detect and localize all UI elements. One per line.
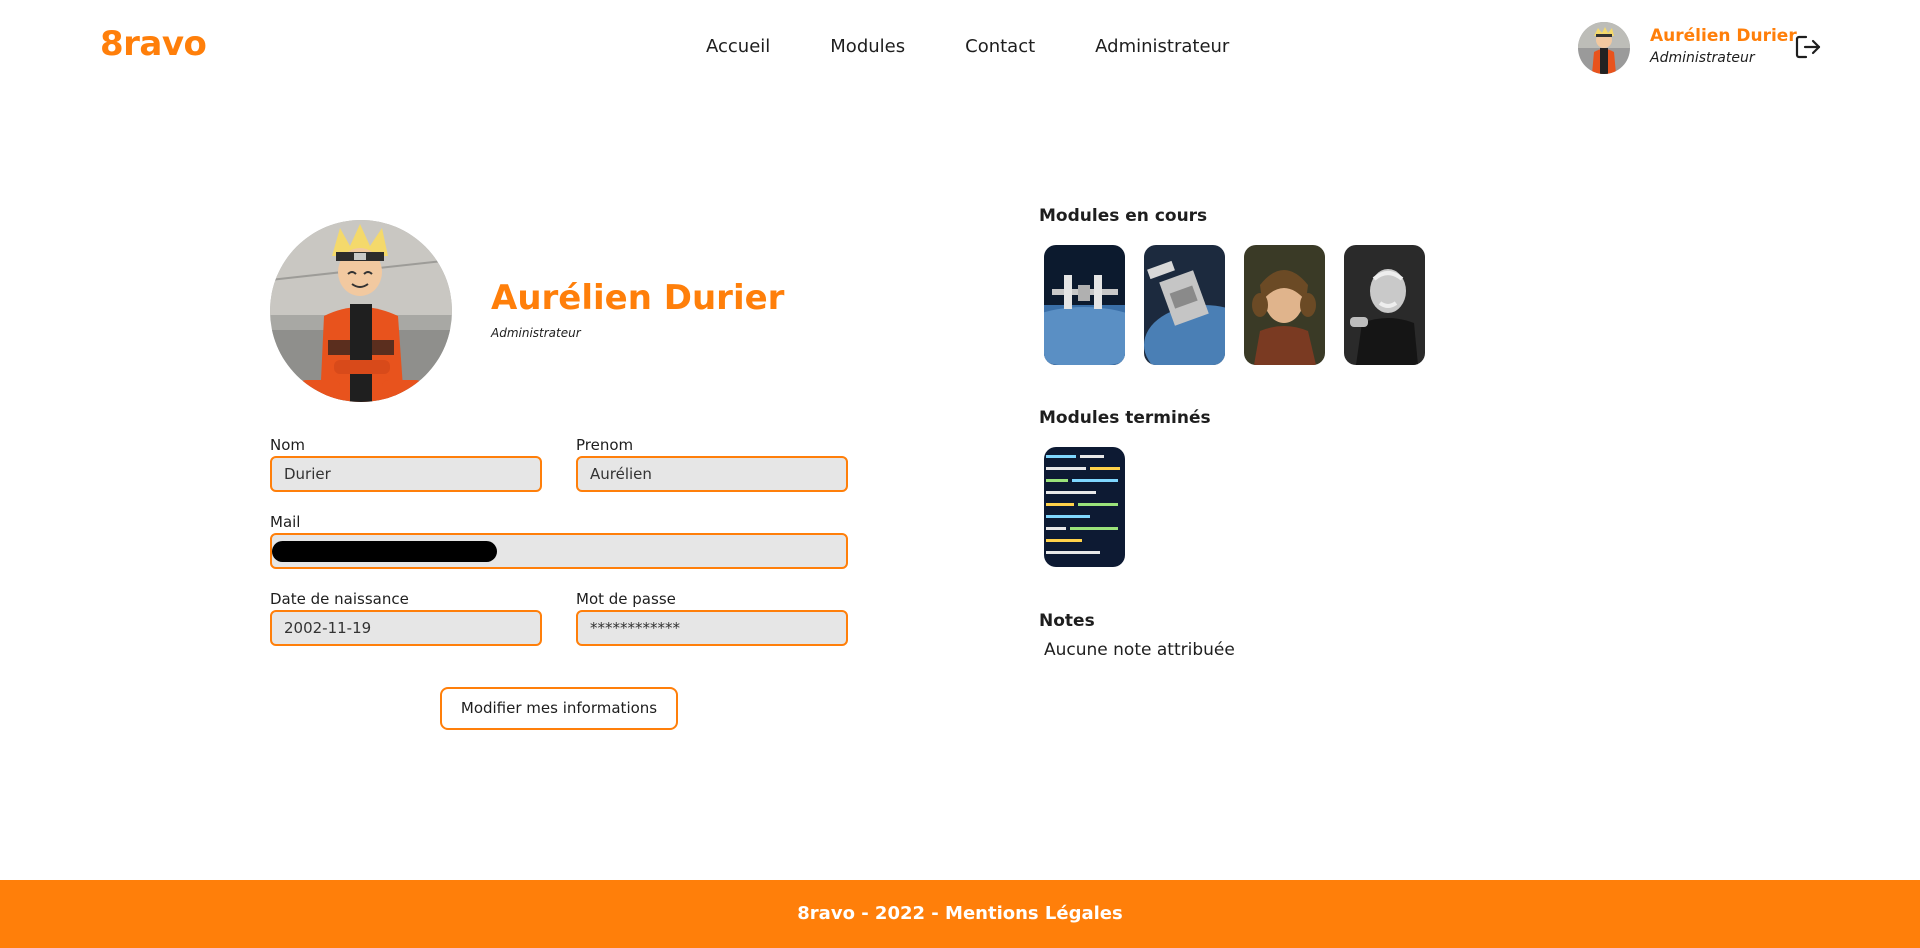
prenom-label: Prenom (576, 436, 634, 454)
main-nav: Accueil Modules Contact Administrateur (706, 36, 1289, 57)
nav-accueil[interactable]: Accueil (706, 36, 770, 57)
header: 8ravo Accueil Modules Contact Administra… (0, 0, 1920, 94)
profile-role: Administrateur (491, 326, 581, 340)
logo[interactable]: 8ravo (100, 24, 207, 64)
password-field[interactable]: ************ (576, 610, 848, 646)
avatar (1578, 22, 1630, 74)
footer-text[interactable]: 8ravo - 2022 - Mentions Légales (0, 903, 1920, 924)
modify-info-button[interactable]: Modifier mes informations (440, 687, 678, 730)
footer: 8ravo - 2022 - Mentions Légales (0, 880, 1920, 948)
modules-completed-title: Modules terminés (1039, 408, 1211, 428)
naissance-label: Date de naissance (270, 590, 409, 608)
notes-title: Notes (1039, 611, 1095, 631)
modules-in-progress-title: Modules en cours (1039, 206, 1208, 226)
nom-label: Nom (270, 436, 306, 454)
module-card[interactable] (1044, 245, 1125, 365)
mail-label: Mail (270, 513, 301, 531)
module-card[interactable] (1144, 245, 1225, 365)
nav-contact[interactable]: Contact (965, 36, 1035, 57)
profile-photo (270, 220, 452, 402)
nav-modules[interactable]: Modules (830, 36, 905, 57)
user-name: Aurélien Durier (1650, 26, 1797, 46)
notes-text: Aucune note attribuée (1044, 640, 1235, 660)
profile-name: Aurélien Durier (491, 278, 785, 318)
redaction-bar (272, 541, 497, 562)
user-role: Administrateur (1650, 50, 1755, 66)
nom-field[interactable]: Durier (270, 456, 542, 492)
mail-field[interactable] (270, 533, 848, 569)
module-card[interactable] (1044, 447, 1125, 567)
nav-administrateur[interactable]: Administrateur (1095, 36, 1229, 57)
prenom-field[interactable]: Aurélien (576, 456, 848, 492)
module-card[interactable] (1244, 245, 1325, 365)
password-label: Mot de passe (576, 590, 676, 608)
birthdate-field[interactable]: 2002-11-19 (270, 610, 542, 646)
logout-icon[interactable] (1794, 33, 1822, 61)
module-card[interactable] (1344, 245, 1425, 365)
